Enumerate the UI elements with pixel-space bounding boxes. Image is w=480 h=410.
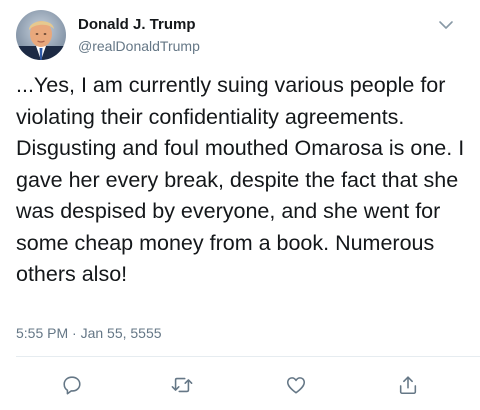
like-button[interactable] [281, 370, 311, 400]
heart-icon [286, 377, 306, 394]
chevron-down-icon[interactable] [432, 14, 460, 36]
avatar-image [16, 10, 66, 60]
retweet-icon [171, 377, 193, 393]
avatar[interactable] [16, 10, 66, 60]
display-name[interactable]: Donald J. Trump [78, 16, 196, 33]
divider [16, 356, 480, 357]
share-button[interactable] [393, 370, 423, 400]
retweet-button[interactable] [167, 370, 197, 400]
tweet-text: ...Yes, I am currently suing various peo… [16, 73, 465, 286]
reply-button[interactable] [57, 370, 87, 400]
share-icon [399, 376, 417, 395]
reply-icon [63, 376, 81, 395]
user-handle[interactable]: @realDonaldTrump [78, 38, 200, 54]
tweet-timestamp[interactable]: 5:55 PM · Jan 55, 5555 [16, 325, 162, 341]
